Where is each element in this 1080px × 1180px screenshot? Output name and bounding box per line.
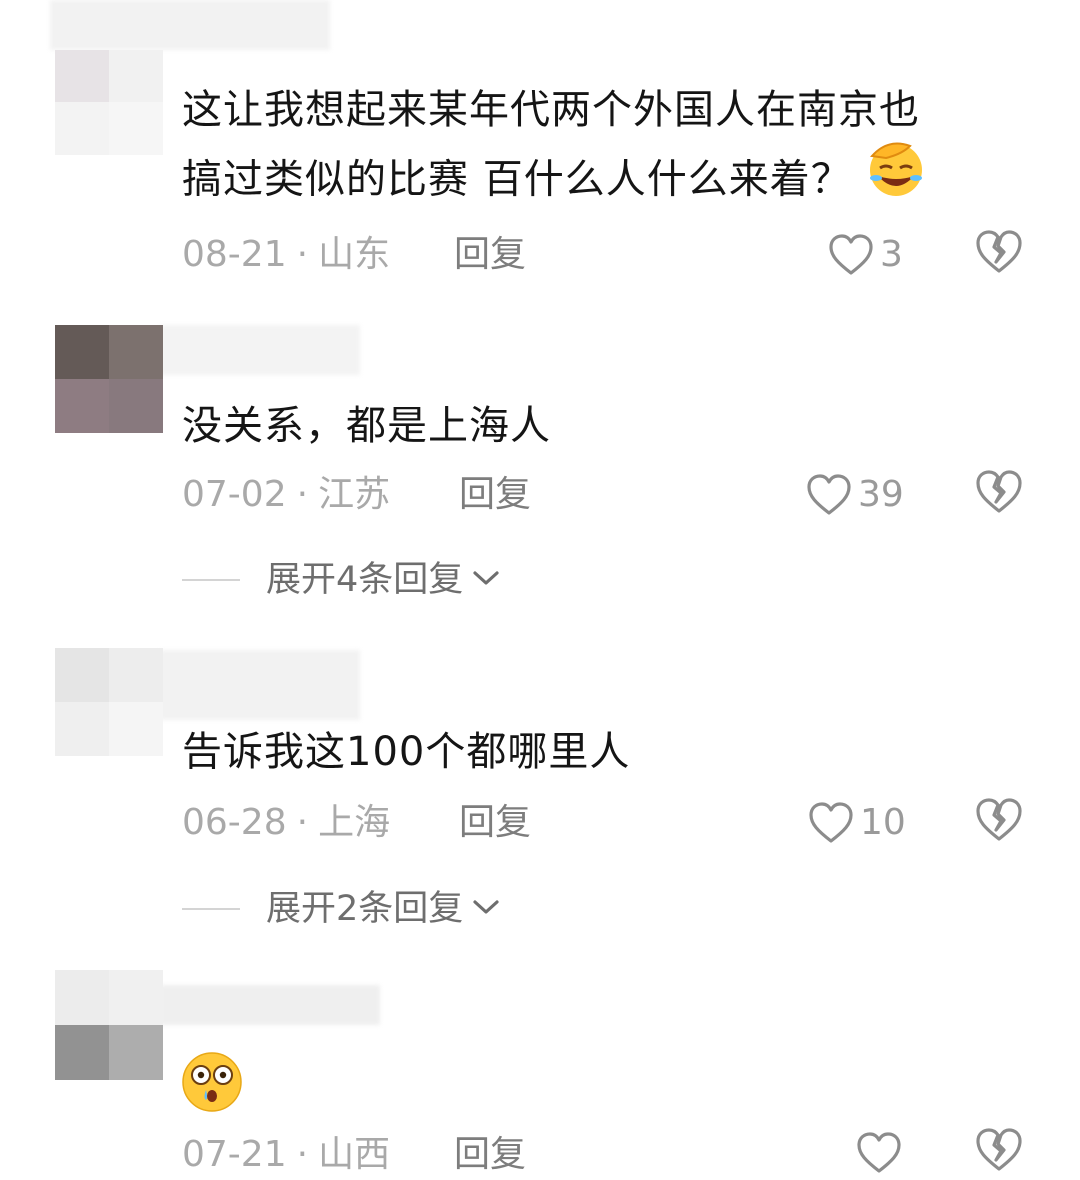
comment-meta: 07-21 · 山西 回复 <box>182 1130 526 1180</box>
expand-replies-button[interactable]: 展开2条回复 <box>182 884 501 934</box>
comment-region: 上海 <box>318 802 391 843</box>
meta-separator: · <box>296 802 309 843</box>
expand-replies-button[interactable]: 展开4条回复 <box>182 555 501 605</box>
like-button[interactable]: 39 <box>806 470 904 520</box>
expand-replies-label: 展开2条回复 <box>266 889 464 929</box>
blurred-username <box>50 0 330 50</box>
meta-separator: · <box>296 234 309 275</box>
meta-separator: · <box>296 1134 309 1175</box>
comment-date: 07-02 <box>182 474 287 515</box>
comment-meta: 06-28 · 上海 回复 <box>182 798 531 848</box>
heart-icon <box>856 1131 902 1175</box>
comment-meta: 07-02 · 江苏 回复 <box>182 470 531 520</box>
comment-date: 07-21 <box>182 1134 287 1175</box>
heart-icon <box>808 801 854 845</box>
blurred-avatar <box>55 325 163 433</box>
blurred-username <box>160 985 380 1025</box>
broken-heart-icon <box>974 470 1024 520</box>
broken-heart-icon <box>974 798 1024 848</box>
reply-button[interactable]: 回复 <box>459 798 531 848</box>
comment-text: 告诉我这100个都哪里人 <box>182 729 631 775</box>
blurred-avatar <box>55 648 163 756</box>
blurred-username <box>160 325 360 375</box>
heart-icon <box>828 233 874 277</box>
reply-button[interactable]: 回复 <box>459 470 531 520</box>
blurred-username <box>160 650 360 720</box>
like-button[interactable] <box>856 1128 902 1178</box>
dislike-button[interactable] <box>974 468 1024 518</box>
dislike-button[interactable] <box>974 228 1024 278</box>
comment-meta: 08-21 · 山东 回复 <box>182 230 526 280</box>
broken-heart-icon <box>974 1128 1024 1178</box>
comment-text: 没关系，都是上海人 <box>182 403 551 449</box>
comment-region: 山东 <box>318 234 391 275</box>
expand-replies-label: 展开4条回复 <box>266 560 464 600</box>
broken-heart-icon <box>974 230 1024 280</box>
dislike-button[interactable] <box>974 796 1024 846</box>
comment-region: 山西 <box>318 1134 391 1175</box>
divider-line <box>182 908 240 910</box>
dislike-button[interactable] <box>974 1126 1024 1176</box>
heart-icon <box>806 473 852 517</box>
reply-button[interactable]: 回复 <box>454 1130 526 1180</box>
like-button[interactable]: 10 <box>808 798 906 848</box>
like-count: 10 <box>860 802 906 843</box>
comment-text: 这让我想起来某年代两个外国人在南京也 搞过类似的比赛 百什么人什么来着？ <box>182 78 926 221</box>
comment-date: 08-21 <box>182 234 287 275</box>
blurred-avatar <box>55 970 163 1080</box>
like-count: 3 <box>880 234 903 275</box>
like-button[interactable]: 3 <box>828 230 903 280</box>
comment-date: 06-28 <box>182 802 287 843</box>
facepalm-laugh-emoji-icon <box>866 138 926 217</box>
chevron-down-icon <box>471 897 501 921</box>
meta-separator: · <box>296 474 309 515</box>
blurred-avatar <box>55 50 163 155</box>
like-count: 39 <box>858 474 904 515</box>
comment-region: 江苏 <box>318 474 391 515</box>
shocked-face-emoji-icon <box>180 1050 244 1114</box>
chevron-down-icon <box>471 568 501 592</box>
reply-button[interactable]: 回复 <box>454 230 526 280</box>
divider-line <box>182 579 240 581</box>
